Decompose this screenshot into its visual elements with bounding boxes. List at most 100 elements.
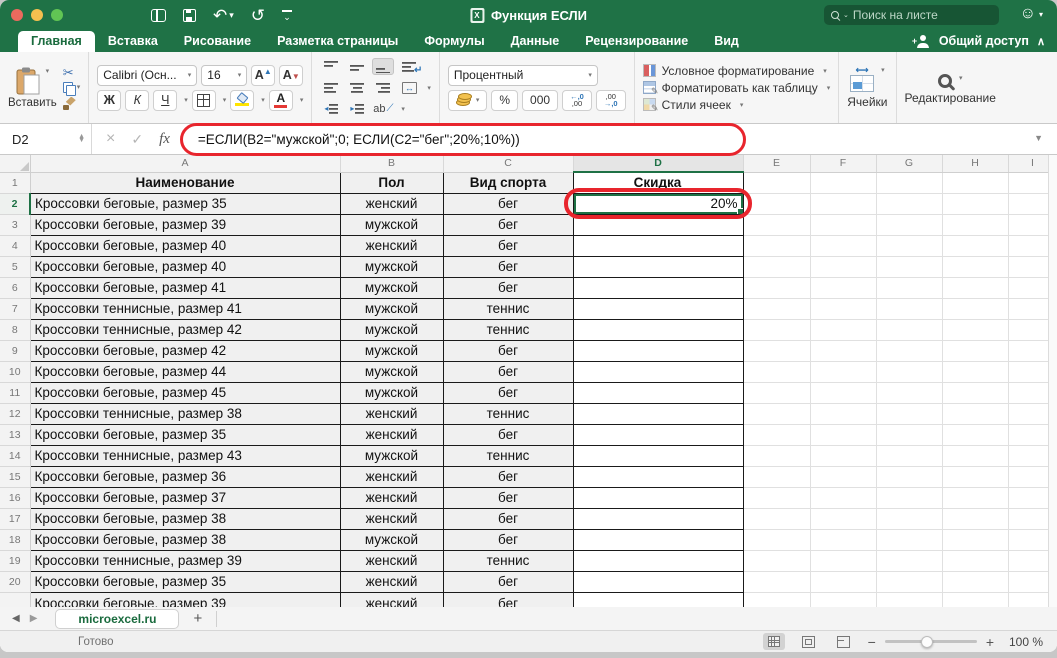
empty-cell[interactable] <box>876 466 942 487</box>
empty-cell[interactable] <box>743 445 810 466</box>
row-number-4[interactable]: 4 <box>0 235 30 256</box>
header-cell-D1[interactable]: Скидка <box>573 172 743 193</box>
cell-B3[interactable]: мужской <box>340 214 443 235</box>
empty-cell[interactable] <box>810 340 876 361</box>
fill-color-dropdown-icon[interactable]: ▾ <box>261 96 265 104</box>
font-name-select[interactable]: Calibri (Осн...▾ <box>97 65 197 86</box>
row-number-10[interactable]: 10 <box>0 361 30 382</box>
empty-cell[interactable] <box>876 550 942 571</box>
cell-A16[interactable]: Кроссовки беговые, размер 37 <box>30 487 340 508</box>
empty-cell[interactable] <box>810 529 876 550</box>
zoom-in-button[interactable]: + <box>986 634 994 650</box>
empty-cell[interactable] <box>876 193 942 214</box>
row-number-7[interactable]: 7 <box>0 298 30 319</box>
empty-cell[interactable] <box>810 424 876 445</box>
page-layout-view-button[interactable] <box>798 633 820 650</box>
row-number-5[interactable]: 5 <box>0 256 30 277</box>
cell-C21[interactable]: бег <box>443 592 573 607</box>
cell-C11[interactable]: бег <box>443 382 573 403</box>
empty-cell[interactable] <box>743 172 810 193</box>
empty-cell[interactable] <box>810 235 876 256</box>
empty-cell[interactable] <box>743 382 810 403</box>
copy-icon[interactable]: ▾ <box>63 82 81 94</box>
empty-cell[interactable] <box>876 445 942 466</box>
select-all-corner[interactable] <box>0 155 30 172</box>
editing-button[interactable]: ▾ Редактирование <box>905 71 996 105</box>
empty-cell[interactable] <box>810 298 876 319</box>
cell-B13[interactable]: женский <box>340 424 443 445</box>
enter-icon[interactable]: ✓ <box>131 131 143 148</box>
cell-A14[interactable]: Кроссовки теннисные, размер 43 <box>30 445 340 466</box>
tab-вид[interactable]: Вид <box>701 31 752 52</box>
empty-cell[interactable] <box>942 403 1008 424</box>
empty-cell[interactable] <box>810 256 876 277</box>
cell-D17[interactable] <box>573 508 743 529</box>
empty-cell[interactable] <box>876 382 942 403</box>
cell-A4[interactable]: Кроссовки беговые, размер 40 <box>30 235 340 256</box>
orientation-dropdown-icon[interactable]: ▾ <box>401 105 405 113</box>
empty-cell[interactable] <box>743 298 810 319</box>
name-box-stepper[interactable]: ▲▼ <box>78 135 85 144</box>
row-number-15[interactable]: 15 <box>0 466 30 487</box>
cell-C9[interactable]: бег <box>443 340 573 361</box>
align-top-button[interactable] <box>320 58 342 75</box>
cell-A12[interactable]: Кроссовки теннисные, размер 38 <box>30 403 340 424</box>
empty-cell[interactable] <box>810 487 876 508</box>
empty-cell[interactable] <box>743 487 810 508</box>
cancel-icon[interactable]: × <box>106 130 115 148</box>
empty-cell[interactable] <box>876 361 942 382</box>
align-right-button[interactable] <box>372 79 394 96</box>
empty-cell[interactable] <box>743 424 810 445</box>
empty-cell[interactable] <box>942 172 1008 193</box>
grow-font-button[interactable]: A▲ <box>251 65 275 86</box>
align-center-button[interactable] <box>346 79 368 96</box>
thousands-format-button[interactable]: 000 <box>522 90 558 111</box>
italic-button[interactable]: К <box>125 90 149 111</box>
cells-button[interactable]: ⟷ ▾ Ячейки <box>847 66 887 109</box>
increase-indent-button[interactable]: ▸ <box>346 100 368 117</box>
cell-B4[interactable]: женский <box>340 235 443 256</box>
column-header-F[interactable]: F <box>810 155 876 172</box>
save-icon[interactable] <box>183 9 196 22</box>
cell-D20[interactable] <box>573 571 743 592</box>
feedback-menu[interactable]: ☺ ▾ <box>1020 5 1043 23</box>
cell-C18[interactable]: бег <box>443 529 573 550</box>
empty-cell[interactable] <box>810 592 876 607</box>
shrink-font-button[interactable]: A▼ <box>279 65 303 86</box>
empty-cell[interactable] <box>743 529 810 550</box>
cell-A21[interactable]: Кроссовки беговые, размер 39 <box>30 592 340 607</box>
cell-A10[interactable]: Кроссовки беговые, размер 44 <box>30 361 340 382</box>
empty-cell[interactable] <box>876 403 942 424</box>
align-bottom-button[interactable] <box>372 58 394 75</box>
decrease-indent-button[interactable]: ◂ <box>320 100 342 117</box>
zoom-slider-thumb[interactable] <box>921 636 933 648</box>
sheet-tab-microexcel[interactable]: microexcel.ru <box>55 609 179 629</box>
empty-cell[interactable] <box>876 298 942 319</box>
formula-input[interactable]: =ЕСЛИ(B2="мужской";0; ЕСЛИ(C2="бег";20%;… <box>198 132 520 147</box>
row-number-13[interactable]: 13 <box>0 424 30 445</box>
zoom-slider[interactable] <box>885 640 977 643</box>
underline-dropdown-icon[interactable]: ▾ <box>184 96 188 104</box>
cell-A9[interactable]: Кроссовки беговые, размер 42 <box>30 340 340 361</box>
row-number-14[interactable]: 14 <box>0 445 30 466</box>
cell-C12[interactable]: теннис <box>443 403 573 424</box>
orientation-button[interactable]: ab⟋ <box>372 100 394 117</box>
merge-dropdown-icon[interactable]: ▾ <box>427 84 431 92</box>
empty-cell[interactable] <box>743 508 810 529</box>
cell-A13[interactable]: Кроссовки беговые, размер 35 <box>30 424 340 445</box>
empty-cell[interactable] <box>942 298 1008 319</box>
empty-cell[interactable] <box>743 193 810 214</box>
empty-cell[interactable] <box>810 571 876 592</box>
percent-format-button[interactable]: % <box>491 90 518 111</box>
empty-cell[interactable] <box>942 550 1008 571</box>
cell-B17[interactable]: женский <box>340 508 443 529</box>
empty-cell[interactable] <box>876 487 942 508</box>
row-number-11[interactable]: 11 <box>0 382 30 403</box>
cell-B11[interactable]: мужской <box>340 382 443 403</box>
name-box[interactable]: D2 ▲▼ <box>0 124 92 154</box>
empty-cell[interactable] <box>876 592 942 607</box>
cell-D8[interactable] <box>573 319 743 340</box>
cell-A18[interactable]: Кроссовки беговые, размер 38 <box>30 529 340 550</box>
cell-D3[interactable] <box>573 214 743 235</box>
currency-format-button[interactable]: ▾ <box>448 90 488 111</box>
